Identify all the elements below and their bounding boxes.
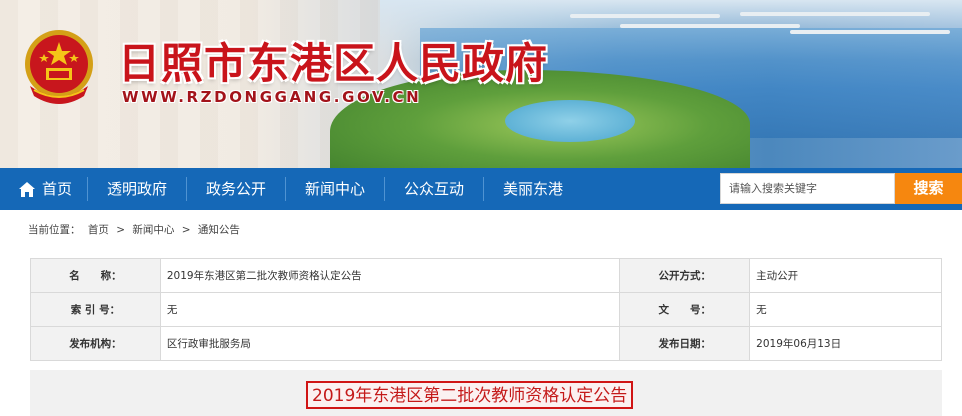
breadcrumb-home[interactable]: 首页 — [88, 224, 109, 236]
table-row: 名 称： 2019年东港区第二批次教师资格认定公告 公开方式： 主动公开 — [30, 258, 942, 293]
document-info-table: 名 称： 2019年东港区第二批次教师资格认定公告 公开方式： 主动公开 索 引… — [30, 258, 942, 361]
site-url: WWW.RZDONGGANG.GOV.CN — [122, 88, 422, 106]
document-number-label: 文 号： — [619, 292, 751, 327]
publish-date-label: 发布日期： — [619, 326, 751, 361]
nav-item-public-interaction[interactable]: 公众互动 — [385, 168, 483, 210]
nav-item-transparent-gov[interactable]: 透明政府 — [88, 168, 186, 210]
search-button[interactable]: 搜索 — [895, 173, 962, 204]
breadcrumb: 当前位置： 首页 > 新闻中心 > 通知公告 — [28, 222, 244, 237]
breadcrumb-news-center[interactable]: 新闻中心 — [132, 224, 174, 236]
article-title: 2019年东港区第二批次教师资格认定公告 — [306, 381, 634, 409]
publisher-label: 发布机构： — [30, 326, 161, 361]
table-row: 索 引 号： 无 文 号： 无 — [30, 292, 942, 327]
home-icon — [18, 182, 35, 197]
name-label: 名 称： — [30, 258, 161, 293]
document-number-value: 无 — [749, 292, 942, 327]
breadcrumb-prefix: 当前位置： — [28, 224, 81, 236]
publisher-value: 区行政审批服务局 — [159, 326, 621, 361]
name-value: 2019年东港区第二批次教师资格认定公告 — [159, 258, 621, 293]
nav-item-beautiful-donggang[interactable]: 美丽东港 — [484, 168, 582, 210]
open-mode-value: 主动公开 — [749, 258, 942, 293]
nav-item-home[interactable]: 首页 — [10, 168, 80, 210]
nav-item-home-label: 首页 — [41, 180, 72, 198]
publish-date-value: 2019年06月13日 — [749, 326, 942, 361]
nav-item-gov-affairs[interactable]: 政务公开 — [187, 168, 285, 210]
pier-image — [560, 8, 960, 48]
table-row: 发布机构： 区行政审批服务局 发布日期： 2019年06月13日 — [30, 326, 942, 361]
breadcrumb-separator: > — [116, 224, 125, 236]
lake-image — [505, 100, 635, 142]
site-title: 日照市东港区人民政府 — [118, 39, 549, 88]
search-input[interactable]: 请输入搜索关键字 — [720, 173, 895, 204]
index-number-label: 索 引 号： — [30, 292, 161, 327]
breadcrumb-notices[interactable]: 通知公告 — [198, 224, 240, 236]
index-number-value: 无 — [159, 292, 621, 327]
header-banner: 日照市东港区人民政府 WWW.RZDONGGANG.GOV.CN — [0, 0, 962, 168]
national-emblem-icon — [25, 30, 93, 104]
open-mode-label: 公开方式： — [619, 258, 751, 293]
breadcrumb-separator: > — [181, 224, 191, 236]
nav-item-news-center[interactable]: 新闻中心 — [286, 168, 384, 210]
